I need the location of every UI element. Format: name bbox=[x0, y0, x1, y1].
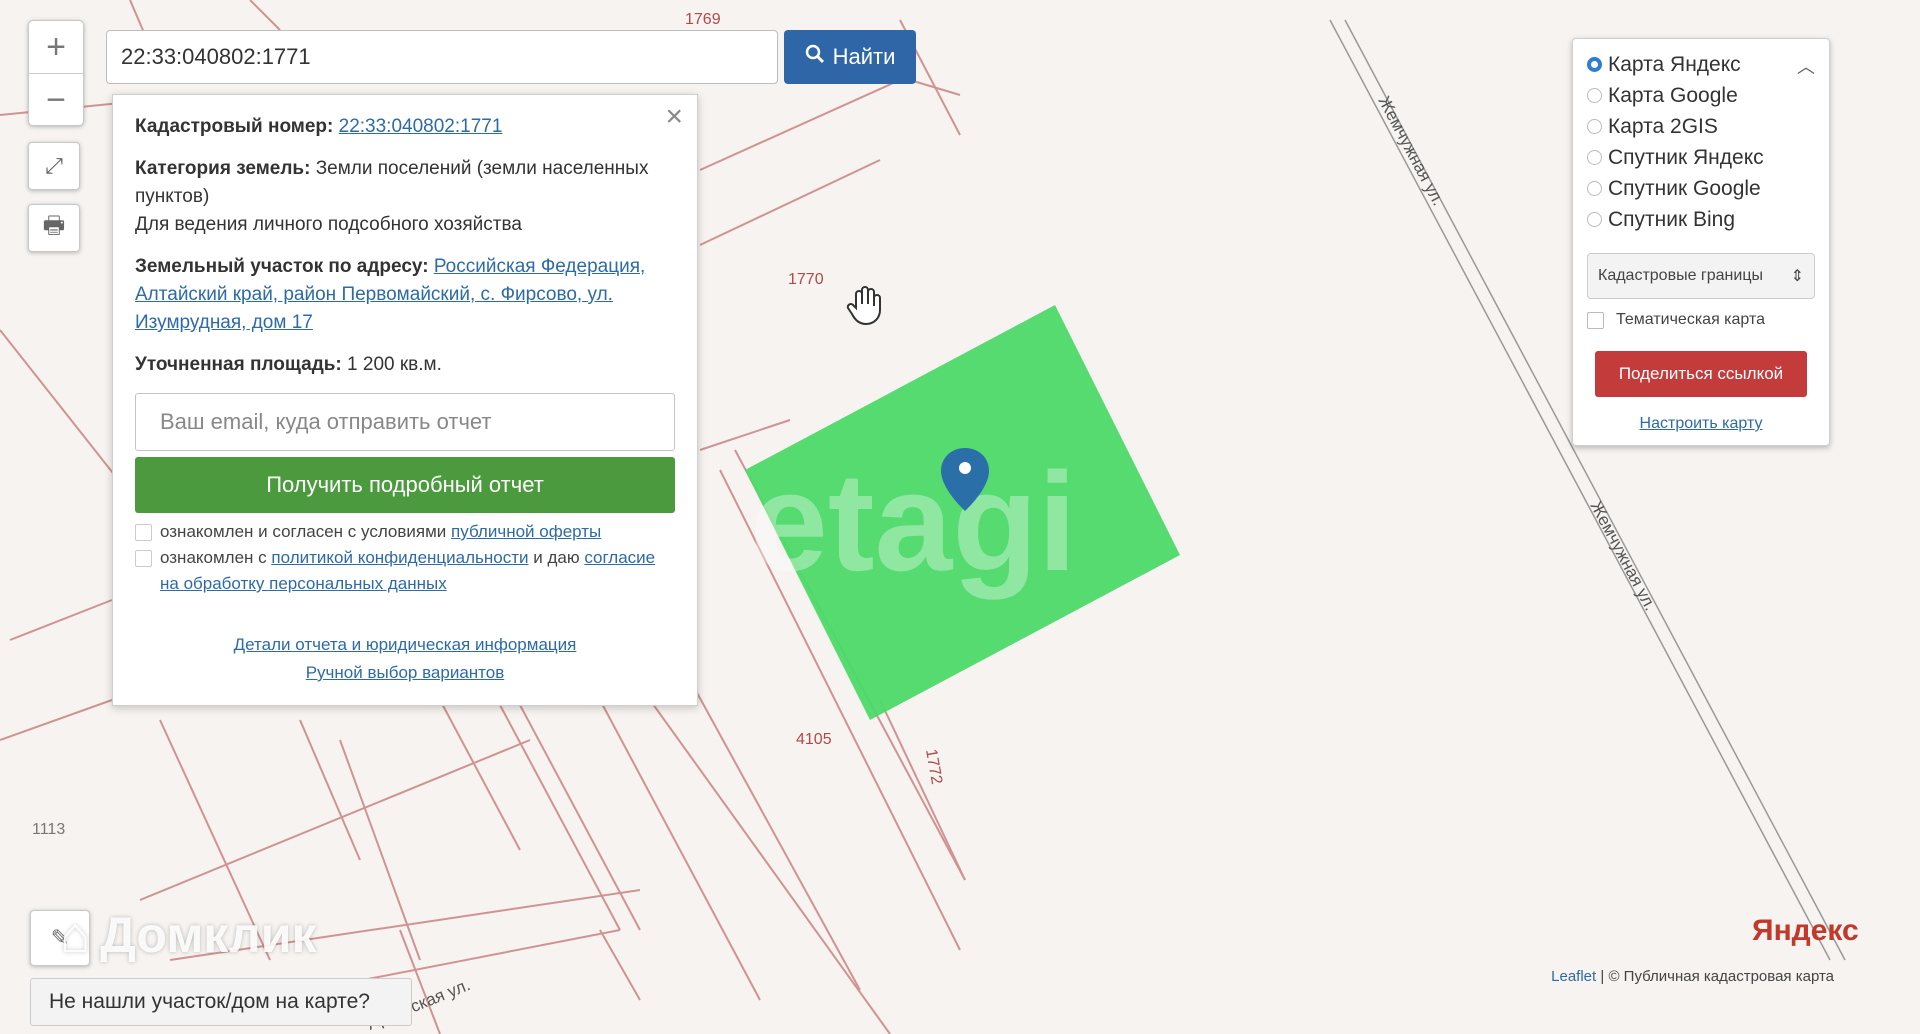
basemap-option[interactable]: Карта 2GIS bbox=[1587, 111, 1815, 142]
address-row: Земельный участок по адресу: Российская … bbox=[135, 253, 675, 337]
share-link-label: Поделиться ссылкой bbox=[1618, 364, 1784, 383]
copyright-text: © Публичная кадастровая карта bbox=[1608, 968, 1834, 985]
layer-switcher-panel: ︿ Карта Яндекс Карта Google Карта 2GIS Спут… bbox=[1572, 38, 1830, 446]
address-label: Земельный участок по адресу: bbox=[135, 256, 429, 277]
not-found-help-button[interactable]: Не нашли участок/дом на карте? bbox=[30, 978, 412, 1026]
etagi-watermark: etagi bbox=[750, 443, 1077, 600]
privacy-consent-checkbox[interactable] bbox=[135, 550, 152, 567]
search-icon bbox=[805, 44, 825, 70]
printer-icon: 🖶 bbox=[42, 211, 66, 239]
basemap-option-label: Спутник Bing bbox=[1608, 207, 1736, 231]
domclick-watermark: ⌂ Домклик bbox=[60, 906, 316, 964]
map-attribution: Leaflet | © Публичная кадастровая карта bbox=[1551, 968, 1834, 985]
area-label: Уточненная площадь: bbox=[135, 354, 342, 375]
basemap-option-label: Спутник Яндекс bbox=[1608, 145, 1764, 169]
privacy-policy-link[interactable]: политикой конфиденциальности bbox=[271, 548, 528, 567]
basemap-option[interactable]: Спутник Яндекс bbox=[1587, 142, 1815, 173]
yandex-logo[interactable]: Яндекс bbox=[1752, 914, 1859, 948]
area-value: 1 200 кв.м. bbox=[347, 354, 442, 375]
parcel-label: 4105 bbox=[796, 731, 832, 748]
select-arrows-icon: ⇕ bbox=[1790, 268, 1804, 285]
overlay-select-value: Кадастровые границы bbox=[1598, 267, 1763, 284]
radio-button[interactable] bbox=[1587, 119, 1602, 134]
expand-icon: ⤢ bbox=[45, 153, 63, 178]
parcel-label: 1113 bbox=[32, 821, 65, 838]
basemap-option-label: Карта 2GIS bbox=[1608, 114, 1718, 138]
house-logo-icon: ⌂ bbox=[60, 907, 91, 963]
offer-link[interactable]: публичной оферты bbox=[451, 522, 601, 541]
zoom-in-button[interactable]: + bbox=[29, 21, 83, 73]
email-field[interactable] bbox=[135, 393, 675, 451]
parcel-label: 1769 bbox=[685, 11, 721, 28]
cadastral-number-row: Кадастровый номер: 22:33:040802:1771 bbox=[135, 113, 675, 141]
basemap-option-label: Карта Яндекс bbox=[1608, 52, 1741, 76]
category-label: Категория земель: bbox=[135, 158, 311, 179]
thematic-map-checkbox[interactable] bbox=[1587, 311, 1604, 329]
help-button-label: Не нашли участок/дом на карте? bbox=[49, 990, 370, 1013]
thematic-map-label: Тематическая карта bbox=[1616, 311, 1766, 328]
privacy-consent-row: ознакомлен с политикой конфиденциальност… bbox=[135, 545, 675, 597]
fullscreen-button[interactable]: ⤢ bbox=[28, 142, 80, 190]
find-button-label: Найти bbox=[832, 44, 896, 69]
email-input[interactable] bbox=[158, 408, 652, 436]
radio-button[interactable] bbox=[1587, 150, 1602, 165]
zoom-control: + − bbox=[28, 20, 84, 126]
offer-consent-text: ознакомлен и согласен с условиями публич… bbox=[160, 522, 602, 541]
share-link-button[interactable]: Поделиться ссылкой bbox=[1595, 351, 1807, 397]
parcel-label: 1770 bbox=[788, 271, 824, 288]
land-usage: Для ведения личного подсобного хозяйства bbox=[135, 214, 522, 235]
cadastral-link[interactable]: 22:33:040802:1771 bbox=[339, 116, 503, 137]
manual-selection-link[interactable]: Ручной выбор вариантов bbox=[306, 663, 505, 682]
land-category-row: Категория земель: Земли поселений (земли… bbox=[135, 155, 675, 211]
basemap-option[interactable]: Карта Яндекс bbox=[1587, 49, 1815, 80]
close-icon[interactable]: × bbox=[665, 102, 683, 132]
privacy-consent-text: ознакомлен с политикой конфиденциальност… bbox=[160, 548, 656, 593]
get-report-label: Получить подробный отчет bbox=[266, 472, 544, 497]
basemap-option[interactable]: Спутник Bing bbox=[1587, 204, 1815, 235]
basemap-option-label: Карта Google bbox=[1608, 83, 1738, 107]
parcel-info-popup: × Кадастровый номер: 22:33:040802:1771 К… bbox=[112, 94, 698, 706]
radio-button[interactable] bbox=[1587, 181, 1602, 196]
offer-consent-row: ознакомлен и согласен с условиями публич… bbox=[135, 519, 675, 545]
offer-consent-checkbox[interactable] bbox=[135, 524, 152, 541]
thematic-map-row: Тематическая карта bbox=[1587, 311, 1815, 329]
get-report-button[interactable]: Получить подробный отчет bbox=[135, 457, 675, 513]
leaflet-link[interactable]: Leaflet bbox=[1551, 968, 1596, 985]
chevron-up-icon[interactable]: ︿ bbox=[1797, 53, 1815, 79]
search-field[interactable] bbox=[106, 30, 778, 84]
zoom-out-button[interactable]: − bbox=[29, 73, 83, 126]
configure-map-link[interactable]: Настроить карту bbox=[1587, 415, 1815, 433]
popup-links: Детали отчета и юридическая информация Р… bbox=[135, 631, 675, 687]
cadastral-label: Кадастровый номер: bbox=[135, 116, 334, 137]
radio-button[interactable] bbox=[1587, 212, 1602, 227]
watermark-text: Домклик bbox=[100, 907, 317, 963]
radio-button[interactable] bbox=[1587, 57, 1602, 72]
print-button[interactable]: 🖶 bbox=[28, 204, 80, 252]
basemap-option-label: Спутник Google bbox=[1608, 176, 1761, 200]
search-input[interactable] bbox=[119, 43, 769, 71]
basemap-option[interactable]: Спутник Google bbox=[1587, 173, 1815, 204]
find-button[interactable]: Найти bbox=[784, 30, 916, 84]
basemap-option[interactable]: Карта Google bbox=[1587, 80, 1815, 111]
overlay-select[interactable]: Кадастровые границы ⇕ bbox=[1587, 253, 1815, 299]
report-details-link[interactable]: Детали отчета и юридическая информация bbox=[234, 635, 577, 654]
radio-button[interactable] bbox=[1587, 88, 1602, 103]
area-row: Уточненная площадь: 1 200 кв.м. bbox=[135, 351, 675, 379]
